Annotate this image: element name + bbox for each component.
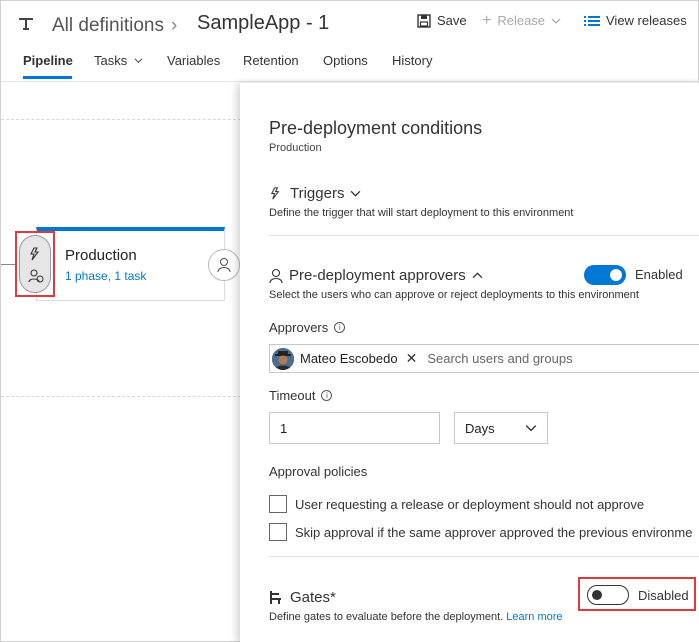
approval-policies-label: Approval policies xyxy=(269,464,368,479)
policy-label-skip-approval: Skip approval if the same approver appro… xyxy=(295,525,693,540)
save-label: Save xyxy=(437,13,467,28)
breadcrumb-all-definitions[interactable]: All definitions xyxy=(52,15,164,37)
gates-icon xyxy=(270,591,281,604)
save-button[interactable]: Save xyxy=(417,13,467,28)
view-releases-label: View releases xyxy=(606,13,687,28)
approver-chip-name: Mateo Escobedo xyxy=(300,351,398,366)
header-divider xyxy=(1,81,699,82)
approvers-toggle[interactable] xyxy=(584,265,626,285)
gates-header[interactable]: Gates* xyxy=(269,589,336,606)
panel-subtitle: Production xyxy=(269,142,322,154)
list-icon xyxy=(584,15,600,26)
tab-variables[interactable]: Variables xyxy=(167,53,220,68)
timeout-unit-value: Days xyxy=(465,420,495,436)
tab-retention[interactable]: Retention xyxy=(243,53,299,68)
tab-options[interactable]: Options xyxy=(323,53,368,68)
triggers-description: Define the trigger that will start deplo… xyxy=(269,207,574,219)
approvers-picker[interactable]: Mateo Escobedo ✕ Search users and groups xyxy=(269,344,699,373)
breadcrumb-separator: › xyxy=(171,15,178,36)
canvas-divider xyxy=(1,119,241,120)
policy-checkbox-no-self-approve[interactable] xyxy=(269,495,287,513)
remove-approver-icon[interactable]: ✕ xyxy=(406,350,418,367)
chevron-down-icon xyxy=(525,425,537,432)
person-icon xyxy=(217,257,231,273)
policy-checkbox-skip-approval[interactable] xyxy=(269,523,287,541)
gates-description-row: Define gates to evaluate before the depl… xyxy=(269,611,563,623)
tab-pipeline[interactable]: Pipeline xyxy=(23,53,73,68)
environment-card[interactable] xyxy=(36,227,225,301)
section-divider xyxy=(269,235,699,236)
person-icon xyxy=(269,268,283,283)
triggers-title: Triggers xyxy=(290,185,345,202)
timeout-input[interactable]: 1 xyxy=(269,412,440,444)
approvers-description: Select the users who can approve or reje… xyxy=(269,289,639,301)
canvas-divider xyxy=(1,396,241,397)
chevron-down-icon xyxy=(551,18,561,24)
panel-title: Pre-deployment conditions xyxy=(269,118,483,138)
section-divider xyxy=(269,556,699,557)
lightning-trigger-icon xyxy=(30,247,40,261)
toggle-knob xyxy=(592,590,602,600)
gates-description: Define gates to evaluate before the depl… xyxy=(269,611,504,623)
info-icon[interactable]: i xyxy=(334,322,346,333)
save-icon xyxy=(417,13,431,28)
chevron-down-icon xyxy=(351,190,361,197)
toggle-knob xyxy=(610,269,622,281)
triggers-header[interactable]: Triggers xyxy=(269,185,361,202)
approvers-label: Approvers xyxy=(269,320,329,335)
pipeline-icon xyxy=(19,18,33,30)
timeout-label-row: Timeout i xyxy=(269,388,333,403)
approver-search-input[interactable]: Search users and groups xyxy=(427,351,572,366)
release-label: Release xyxy=(497,13,546,28)
avatar xyxy=(272,347,294,370)
tab-tasks-label: Tasks xyxy=(94,53,128,68)
plus-icon: + xyxy=(482,11,492,29)
approver-icon xyxy=(28,269,44,283)
approvers-toggle-label: Enabled xyxy=(635,267,683,282)
timeout-unit-select[interactable]: Days xyxy=(454,412,548,444)
release-button[interactable]: + Release xyxy=(482,11,561,29)
timeout-label: Timeout xyxy=(269,388,316,403)
gates-toggle[interactable] xyxy=(587,585,629,605)
page-title: SampleApp - 1 xyxy=(197,12,330,34)
gates-title: Gates* xyxy=(290,589,336,606)
pre-deployment-conditions-button[interactable] xyxy=(19,235,51,293)
tab-bar: Pipeline Tasks Variables Retention Optio… xyxy=(1,53,699,81)
gates-toggle-label: Disabled xyxy=(638,588,689,603)
approvers-header[interactable]: Pre-deployment approvers xyxy=(269,267,483,284)
tab-history[interactable]: History xyxy=(392,53,432,68)
lightning-trigger-icon xyxy=(270,187,280,200)
tab-tasks[interactable]: Tasks xyxy=(94,53,143,68)
approvers-title: Pre-deployment approvers xyxy=(289,267,466,284)
chevron-up-icon xyxy=(472,272,483,279)
post-deployment-conditions-button[interactable] xyxy=(208,249,240,281)
environment-summary-link[interactable]: 1 phase, 1 task xyxy=(65,269,146,283)
chevron-down-icon xyxy=(134,58,143,64)
view-releases-button[interactable]: View releases xyxy=(584,13,687,28)
info-icon[interactable]: i xyxy=(321,390,333,401)
policy-label-no-self-approve: User requesting a release or deployment … xyxy=(295,497,645,512)
active-tab-indicator xyxy=(23,76,72,79)
environment-name[interactable]: Production xyxy=(65,247,137,264)
learn-more-link[interactable]: Learn more xyxy=(506,611,562,623)
approvers-label-row: Approvers i xyxy=(269,320,346,335)
